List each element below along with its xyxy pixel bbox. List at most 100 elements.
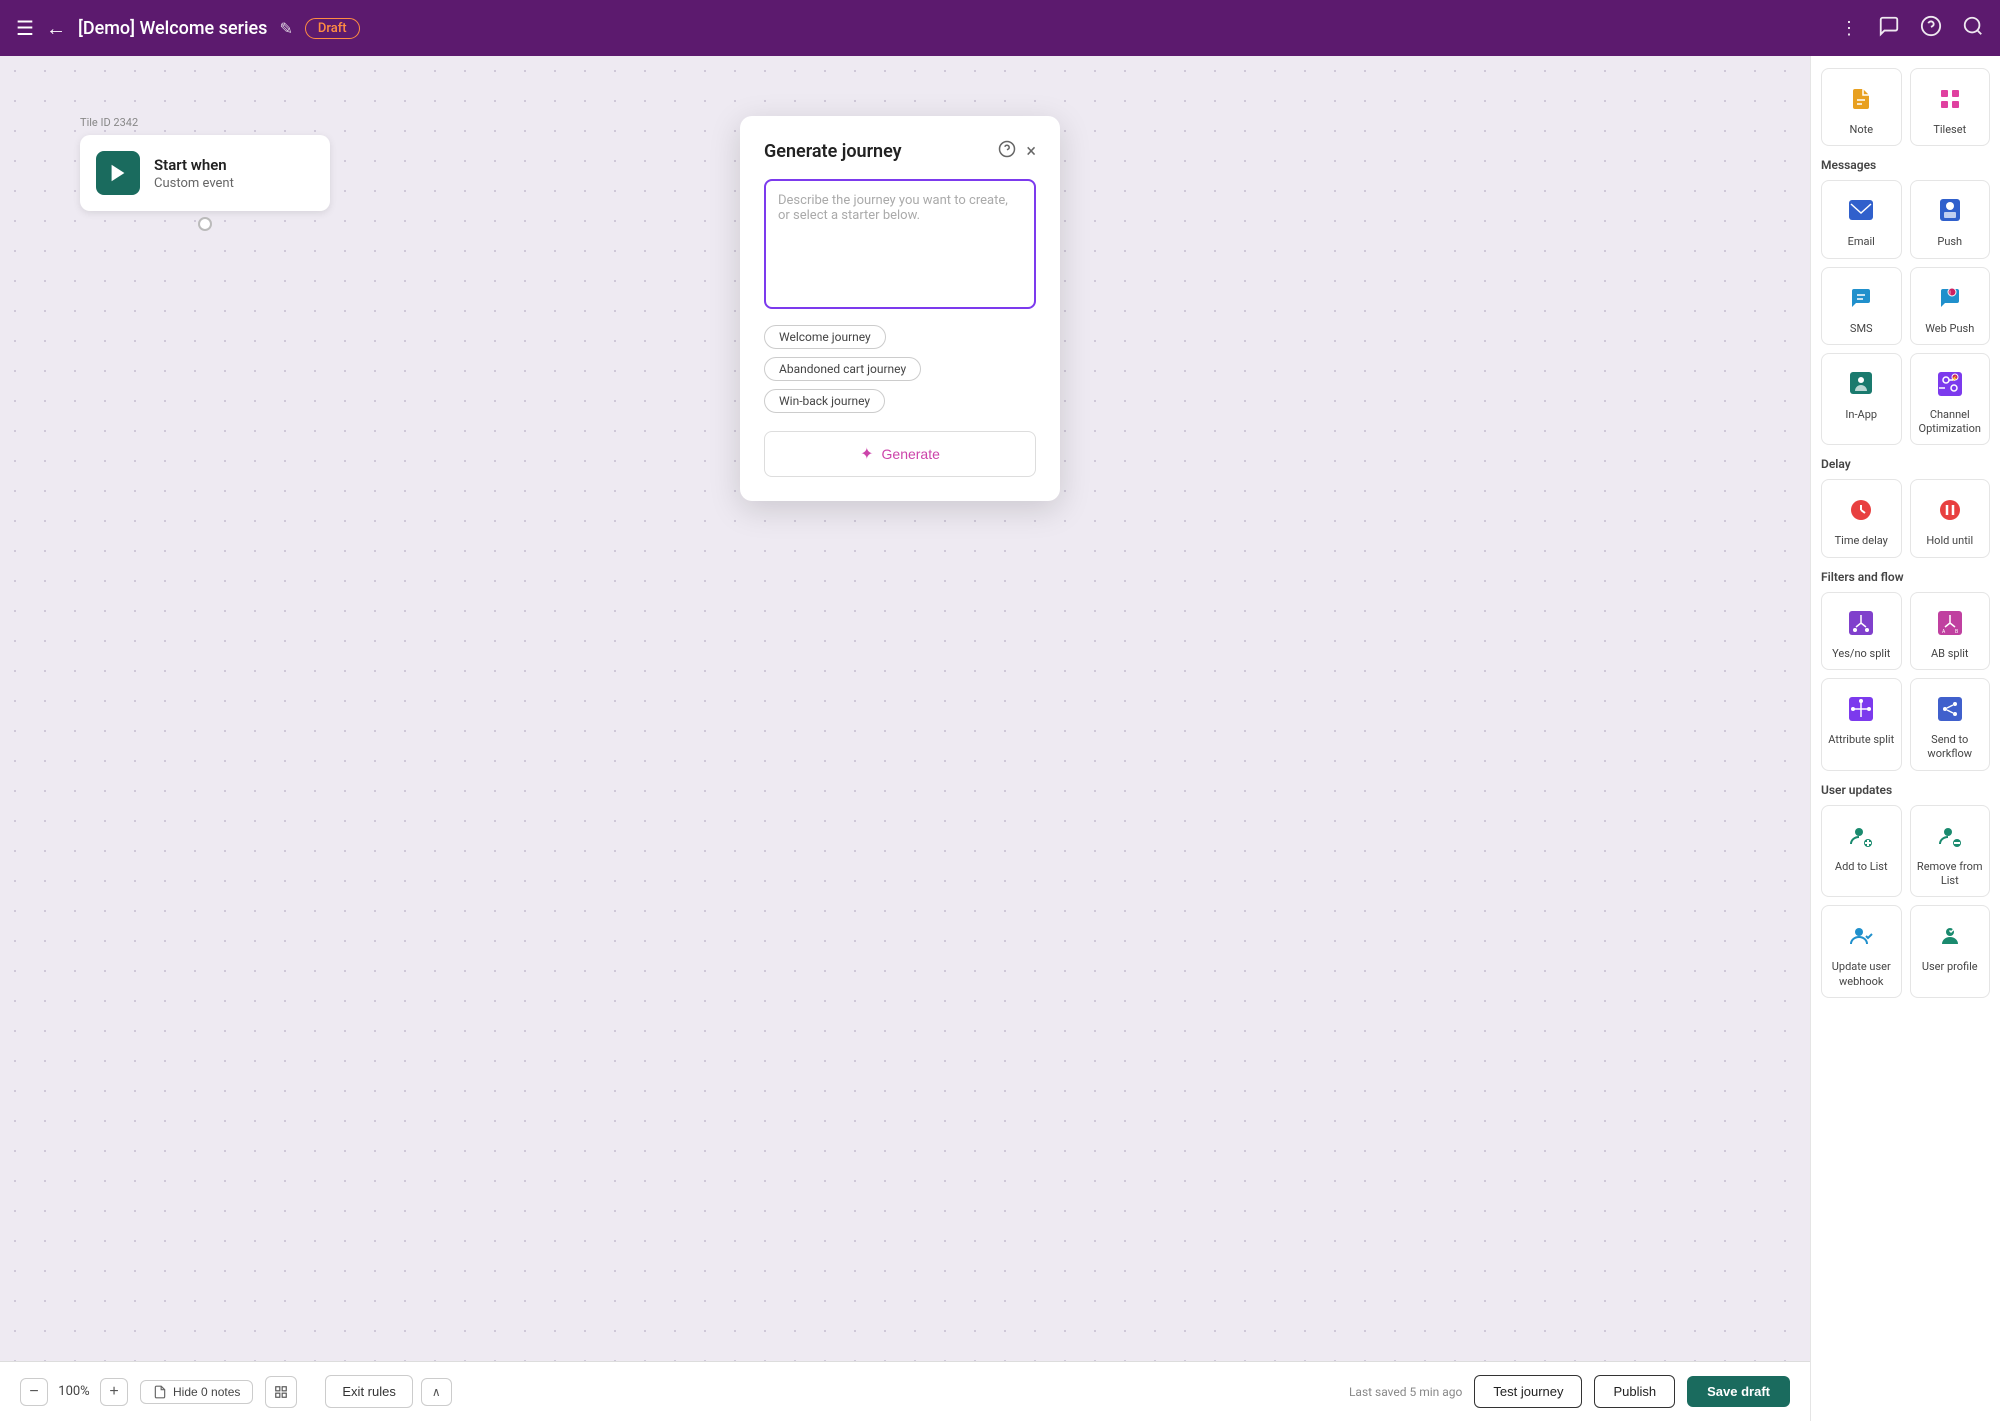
section-title-filters: Filters and flow	[1821, 570, 1990, 584]
zoom-in-button[interactable]: +	[100, 1378, 128, 1406]
main-container: Tile ID 2342 Start when Custom event Gen…	[0, 56, 2000, 1421]
section-title-delay: Delay	[1821, 457, 1990, 471]
sms-icon	[1843, 280, 1879, 316]
sidebar-item-email[interactable]: Email	[1821, 180, 1902, 258]
draft-badge: Draft	[305, 18, 360, 39]
page-title: [Demo] Welcome series	[78, 18, 268, 39]
tile-connector	[198, 217, 212, 231]
notes-icon	[153, 1385, 167, 1399]
sidebar-item-sendworkflow[interactable]: Send to workflow	[1910, 678, 1991, 771]
sparkle-icon: ✦	[860, 444, 873, 464]
generate-journey-modal: Generate journey × Welcome journey Aband…	[740, 116, 1060, 501]
attrsplit-label: Attribute split	[1828, 733, 1894, 747]
tile-content: Start when Custom event	[154, 156, 234, 191]
sidebar-item-holduntil[interactable]: Hold until	[1910, 479, 1991, 557]
updateuser-icon	[1843, 918, 1879, 954]
delay-grid: Time delay Hold until	[1821, 479, 1990, 557]
sidebar-item-inapp[interactable]: In-App	[1821, 353, 1902, 446]
sidebar-item-yesnosplit[interactable]: Yes/no split	[1821, 592, 1902, 670]
sidebar-item-userprofile[interactable]: User profile	[1910, 905, 1991, 998]
updateuser-label: Update user webhook	[1828, 960, 1895, 989]
removelist-icon	[1932, 818, 1968, 854]
journey-description-input[interactable]	[764, 179, 1036, 309]
holduntil-icon	[1932, 492, 1968, 528]
note-label: Note	[1849, 123, 1873, 137]
channelopt-label: Channel Optimization	[1917, 408, 1984, 437]
sendworkflow-label: Send to workflow	[1917, 733, 1984, 762]
modal-help-icon[interactable]	[998, 140, 1016, 163]
notes-label: Hide 0 notes	[173, 1385, 240, 1399]
zoom-out-button[interactable]: −	[20, 1378, 48, 1406]
section-title-userupdates: User updates	[1821, 783, 1990, 797]
layout-icon	[274, 1385, 288, 1399]
addlist-label: Add to List	[1835, 860, 1888, 874]
webpush-label: Web Push	[1925, 322, 1974, 336]
sms-label: SMS	[1850, 322, 1873, 336]
zoom-level: 100%	[56, 1384, 92, 1399]
sidebar-item-absplit[interactable]: A B AB split	[1910, 592, 1991, 670]
sidebar-item-push[interactable]: Push	[1910, 180, 1991, 258]
yesnosplit-label: Yes/no split	[1832, 647, 1890, 661]
sidebar-top-grid: Note Tileset	[1821, 68, 1990, 146]
chip-welcome-journey[interactable]: Welcome journey	[764, 325, 886, 349]
push-icon	[1932, 193, 1968, 229]
sidebar-item-timedelay[interactable]: Time delay	[1821, 479, 1902, 557]
addlist-icon	[1843, 818, 1879, 854]
sidebar-item-webpush[interactable]: ! Web Push	[1910, 267, 1991, 345]
sidebar-item-note[interactable]: Note	[1821, 68, 1902, 146]
svg-text:B: B	[1955, 629, 1958, 635]
right-sidebar: Note Tileset Messages	[1810, 56, 2000, 1421]
layout-icon-button[interactable]	[265, 1376, 297, 1408]
sidebar-item-attrsplit[interactable]: Attribute split	[1821, 678, 1902, 771]
sendworkflow-icon	[1932, 691, 1968, 727]
absplit-icon: A B	[1932, 605, 1968, 641]
tile-card[interactable]: Start when Custom event	[80, 135, 330, 211]
more-icon[interactable]: ⋮	[1840, 18, 1858, 39]
zoom-controls: − 100% +	[20, 1378, 128, 1406]
chip-abandoned-cart[interactable]: Abandoned cart journey	[764, 357, 921, 381]
generate-button[interactable]: ✦ Generate	[764, 431, 1036, 477]
attrsplit-icon	[1843, 691, 1879, 727]
test-journey-button[interactable]: Test journey	[1474, 1375, 1582, 1408]
header: ☰ ← [Demo] Welcome series ✎ Draft ⋮	[0, 0, 2000, 56]
chip-winback-journey[interactable]: Win-back journey	[764, 389, 885, 413]
chat-icon[interactable]	[1878, 15, 1900, 42]
edit-icon[interactable]: ✎	[279, 19, 292, 38]
menu-icon[interactable]: ☰	[16, 16, 34, 40]
push-label: Push	[1937, 235, 1962, 249]
bottom-bar: − 100% + Hide 0 notes Exit rules ∧	[0, 1361, 1810, 1421]
publish-button[interactable]: Publish	[1594, 1375, 1675, 1408]
back-icon[interactable]: ←	[46, 16, 66, 41]
absplit-label: AB split	[1931, 647, 1969, 661]
modal-header: Generate journey ×	[764, 140, 1036, 163]
timedelay-icon	[1843, 492, 1879, 528]
inapp-icon	[1843, 366, 1879, 402]
help-icon[interactable]	[1920, 15, 1942, 42]
yesnosplit-icon	[1843, 605, 1879, 641]
section-title-messages: Messages	[1821, 158, 1990, 172]
svg-text:⚡: ⚡	[1952, 375, 1958, 382]
start-tile[interactable]: Tile ID 2342 Start when Custom event	[80, 116, 330, 231]
timedelay-label: Time delay	[1835, 534, 1888, 548]
last-saved-text: Last saved 5 min ago	[1349, 1385, 1462, 1399]
tile-id: Tile ID 2342	[80, 116, 330, 129]
suggestion-chips: Welcome journey Abandoned cart journey W…	[764, 313, 1036, 419]
holduntil-label: Hold until	[1926, 534, 1973, 548]
generate-label: Generate	[882, 446, 940, 462]
modal-close-icon[interactable]: ×	[1026, 141, 1036, 162]
note-icon	[1843, 81, 1879, 117]
sidebar-item-addlist[interactable]: Add to List	[1821, 805, 1902, 898]
sidebar-item-channelopt[interactable]: ⚡ Channel Optimization	[1910, 353, 1991, 446]
collapse-exit-rules-button[interactable]: ∧	[421, 1378, 452, 1406]
canvas[interactable]: Tile ID 2342 Start when Custom event Gen…	[0, 56, 1810, 1421]
save-draft-button[interactable]: Save draft	[1687, 1376, 1790, 1407]
sidebar-item-tileset[interactable]: Tileset	[1910, 68, 1991, 146]
sidebar-item-updateuser[interactable]: Update user webhook	[1821, 905, 1902, 998]
filters-grid: Yes/no split A B AB split	[1821, 592, 1990, 771]
search-icon[interactable]	[1962, 15, 1984, 42]
tile-subtitle: Custom event	[154, 176, 234, 191]
sidebar-item-removelist[interactable]: Remove from List	[1910, 805, 1991, 898]
exit-rules-button[interactable]: Exit rules	[325, 1375, 412, 1408]
sidebar-item-sms[interactable]: SMS	[1821, 267, 1902, 345]
hide-notes-button[interactable]: Hide 0 notes	[140, 1380, 253, 1404]
